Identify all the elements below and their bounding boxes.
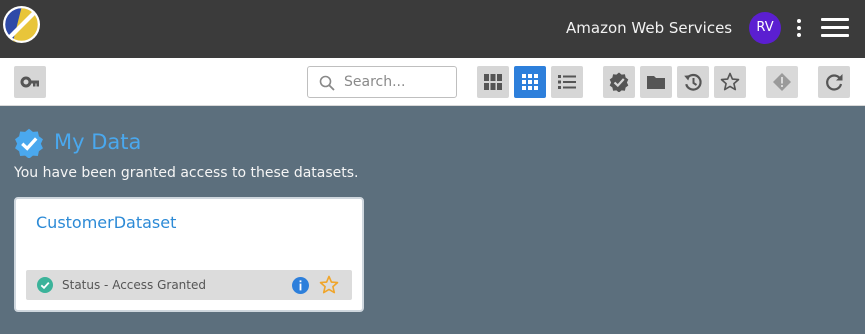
hamburger-menu-icon[interactable] [821,16,849,40]
dataset-card[interactable]: CustomerDataset Status - Access Granted [14,197,364,312]
warning-icon [773,73,791,91]
dataset-status: Status - Access Granted [62,278,206,292]
folders-button[interactable] [640,66,672,98]
list-view-button[interactable] [551,66,583,98]
dataset-name[interactable]: CustomerDataset [36,213,176,232]
favorites-button[interactable] [714,66,746,98]
refresh-button[interactable] [818,66,850,98]
more-options-icon[interactable] [790,14,808,42]
small-grid-view-button[interactable] [514,66,546,98]
alerts-button[interactable] [766,66,798,98]
organization-name[interactable]: Amazon Web Services [566,19,732,37]
search-box[interactable] [307,66,457,98]
verified-icon [609,72,629,92]
key-icon [20,76,39,88]
access-keys-button[interactable] [14,66,46,98]
large-grid-icon [484,74,502,90]
refresh-icon [826,74,843,91]
dataset-card-footer: Status - Access Granted [26,270,352,300]
my-data-button[interactable] [603,66,635,98]
info-icon[interactable] [292,277,309,294]
user-avatar[interactable]: RV [749,12,781,44]
small-grid-icon [522,74,538,90]
app-logo[interactable] [3,6,40,43]
favorite-star-icon[interactable] [319,275,339,295]
large-grid-view-button[interactable] [477,66,509,98]
search-icon [319,75,335,91]
verified-badge-icon [15,128,43,158]
logo-icon [3,6,40,43]
folder-icon [647,76,665,89]
search-input[interactable] [344,70,452,94]
list-icon [558,75,576,89]
page-subtitle: You have been granted access to these da… [14,165,359,181]
page-title-text: My Data [54,130,142,154]
history-icon [684,73,702,91]
star-icon [720,72,740,91]
history-button[interactable] [677,66,709,98]
top-bar: Amazon Web Services RV [0,0,865,58]
toolbar [0,58,865,106]
check-circle-icon [37,277,53,293]
